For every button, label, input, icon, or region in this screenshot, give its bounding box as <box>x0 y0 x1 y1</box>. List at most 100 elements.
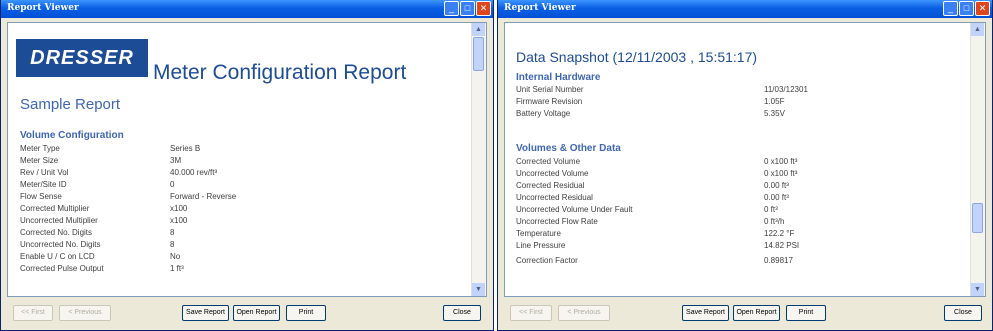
vertical-scrollbar[interactable]: ▲ ▼ <box>471 23 486 296</box>
row-label: Uncorrected Volume Under Fault <box>516 205 633 214</box>
row-value: 122.2 °F <box>764 229 795 238</box>
vertical-scrollbar[interactable]: ▲ ▼ <box>970 23 985 296</box>
row-label: Corrected Volume <box>516 157 581 166</box>
row-value: 5.35V <box>764 109 785 118</box>
row-value: 0.00 ft³ <box>764 181 789 190</box>
volume-configuration-heading: Volume Configuration <box>20 130 124 141</box>
config-row: Corrected Multiplier x100 <box>20 204 320 216</box>
report-pane: DRESSER Meter Configuration Report Sampl… <box>7 22 487 297</box>
row-value: 1 ft³ <box>170 264 184 273</box>
config-row: Uncorrected No. Digits 8 <box>20 240 320 252</box>
hardware-row: Firmware Revision 1.05F <box>516 97 971 109</box>
scroll-up-arrow-icon[interactable]: ▲ <box>971 23 984 36</box>
config-row: Uncorrected Multiplier x100 <box>20 216 320 228</box>
config-row: Rev / Unit Vol 40.000 rev/ft³ <box>20 168 320 180</box>
save-report-button[interactable]: Save Report <box>682 305 729 321</box>
window-title: Report Viewer <box>7 3 79 13</box>
print-button[interactable]: Print <box>286 305 326 321</box>
row-value: 11/03/12301 <box>764 85 808 94</box>
report-viewer-window-right: Report Viewer _ □ ✕ Data Snapshot (12/11… <box>497 0 993 331</box>
row-label: Uncorrected Volume <box>516 169 589 178</box>
volume-row: Uncorrected Volume 0 x100 ft³ <box>516 169 971 181</box>
window-title: Report Viewer <box>504 3 576 13</box>
scroll-thumb[interactable] <box>972 203 983 233</box>
row-label: Firmware Revision <box>516 97 583 106</box>
scroll-down-arrow-icon[interactable]: ▼ <box>472 283 485 296</box>
volume-row: Correction Factor 0.89817 <box>516 256 971 268</box>
row-value: x100 <box>170 216 188 225</box>
print-button[interactable]: Print <box>786 305 826 321</box>
hardware-row: Battery Voltage 5.35V <box>516 109 971 121</box>
report-content: DRESSER Meter Configuration Report Sampl… <box>8 23 472 296</box>
first-page-button[interactable]: << First <box>510 305 552 321</box>
config-row: Meter Size 3M <box>20 156 320 168</box>
close-window-button[interactable]: ✕ <box>476 1 491 16</box>
config-row: Corrected Pulse Output 1 ft³ <box>20 264 320 276</box>
row-label: Meter/Site ID <box>20 180 67 189</box>
row-label: Battery Voltage <box>516 109 571 118</box>
save-report-button[interactable]: Save Report <box>182 305 229 321</box>
config-row: Meter/Site ID 0 <box>20 180 320 192</box>
row-value: 3M <box>170 156 182 165</box>
row-label: Line Pressure <box>516 241 566 250</box>
title-bar[interactable]: Report Viewer _ □ ✕ <box>1 0 493 18</box>
row-value: 8 <box>170 240 175 249</box>
button-bar: << First < Previous Save Report Open Rep… <box>7 300 487 326</box>
volume-row: Temperature 122.2 °F <box>516 229 971 241</box>
row-label: Temperature <box>516 229 561 238</box>
volume-row: Line Pressure 14.82 PSI <box>516 241 971 253</box>
row-label: Corrected No. Digits <box>20 228 93 237</box>
row-label: Correction Factor <box>516 256 578 265</box>
open-report-button[interactable]: Open Report <box>233 305 280 321</box>
row-label: Meter Type <box>20 144 60 153</box>
row-value: 14.82 PSI <box>764 241 800 250</box>
row-value: 0 <box>170 180 175 189</box>
config-row: Flow Sense Forward - Reverse <box>20 192 320 204</box>
row-value: 0 ft³ <box>764 205 778 214</box>
maximize-button[interactable]: □ <box>460 1 475 16</box>
row-label: Uncorrected No. Digits <box>20 240 101 249</box>
row-label: Meter Size <box>20 156 59 165</box>
data-snapshot-title: Data Snapshot (12/11/2003 , 15:51:17) <box>516 49 758 65</box>
volumes-other-data-heading: Volumes & Other Data <box>516 143 621 154</box>
close-button[interactable]: Close <box>443 305 481 321</box>
row-label: Uncorrected Residual <box>516 193 593 202</box>
row-value: Forward - Reverse <box>170 192 237 201</box>
button-bar: << First < Previous Save Report Open Rep… <box>504 300 986 326</box>
row-label: Unit Serial Number <box>516 85 584 94</box>
config-row: Enable U / C on LCD No <box>20 252 320 264</box>
dresser-logo: DRESSER <box>16 39 148 77</box>
row-label: Uncorrected Flow Rate <box>516 217 598 226</box>
row-label: Corrected Residual <box>516 181 585 190</box>
previous-page-button[interactable]: < Previous <box>59 305 111 321</box>
maximize-button[interactable]: □ <box>959 1 974 16</box>
row-value: x100 <box>170 204 188 213</box>
row-label: Uncorrected Multiplier <box>20 216 98 225</box>
minimize-button[interactable]: _ <box>444 1 459 16</box>
row-label: Flow Sense <box>20 192 62 201</box>
scroll-up-arrow-icon[interactable]: ▲ <box>472 23 485 36</box>
open-report-button[interactable]: Open Report <box>733 305 780 321</box>
volume-row: Uncorrected Flow Rate 0 ft³/h <box>516 217 971 229</box>
internal-hardware-heading: Internal Hardware <box>516 72 601 83</box>
row-value: No <box>170 252 181 261</box>
row-value: 0.00 ft³ <box>764 193 789 202</box>
scroll-thumb[interactable] <box>473 37 484 71</box>
report-content: Data Snapshot (12/11/2003 , 15:51:17) In… <box>505 23 971 296</box>
scroll-down-arrow-icon[interactable]: ▼ <box>971 283 984 296</box>
previous-page-button[interactable]: < Previous <box>558 305 610 321</box>
minimize-button[interactable]: _ <box>943 1 958 16</box>
row-label: Corrected Pulse Output <box>20 264 104 273</box>
row-value: 8 <box>170 228 175 237</box>
first-page-button[interactable]: << First <box>13 305 53 321</box>
row-value: 0 ft³/h <box>764 217 785 226</box>
row-label: Rev / Unit Vol <box>20 168 69 177</box>
report-title: Meter Configuration Report <box>153 61 407 84</box>
close-button[interactable]: Close <box>944 305 982 321</box>
close-window-button[interactable]: ✕ <box>975 1 990 16</box>
volume-row: Corrected Volume 0 x100 ft³ <box>516 157 971 169</box>
config-row: Meter Type Series B <box>20 144 320 156</box>
title-bar[interactable]: Report Viewer _ □ ✕ <box>498 0 992 18</box>
row-value: 1.05F <box>764 97 785 106</box>
row-value: Series B <box>170 144 201 153</box>
